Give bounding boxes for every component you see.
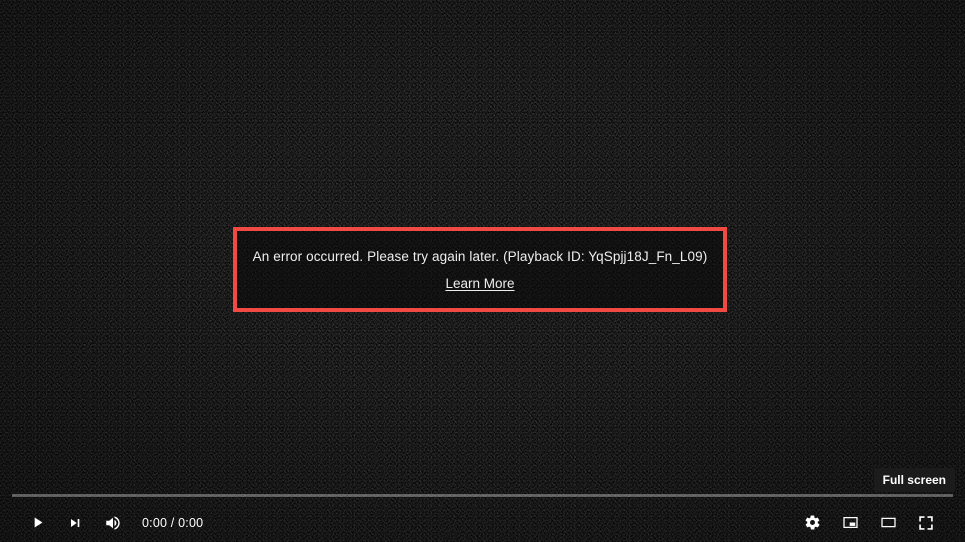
fullscreen-icon [917, 514, 935, 532]
theater-mode-button[interactable] [869, 504, 907, 542]
progress-bar-track[interactable] [12, 494, 953, 497]
time-display: 0:00 / 0:00 [142, 515, 204, 530]
play-button[interactable] [18, 504, 56, 542]
theater-mode-icon [879, 513, 898, 532]
error-message-text: An error occurred. Please try again late… [252, 249, 708, 265]
miniplayer-icon [841, 513, 860, 532]
volume-icon [104, 514, 122, 532]
player-controls-bar: 0:00 / 0:00 [0, 494, 965, 542]
controls-right-group [793, 504, 965, 542]
controls-left-group: 0:00 / 0:00 [0, 504, 211, 542]
settings-button[interactable] [793, 504, 831, 542]
play-icon [29, 514, 46, 531]
fullscreen-button[interactable] [907, 504, 945, 542]
learn-more-link[interactable]: Learn More [445, 276, 514, 291]
gear-icon [804, 514, 821, 531]
volume-button[interactable] [94, 504, 132, 542]
next-track-button[interactable] [56, 504, 94, 542]
fullscreen-tooltip: Full screen [873, 468, 955, 492]
control-button-row: 0:00 / 0:00 [0, 503, 965, 542]
video-player[interactable]: An error occurred. Please try again late… [0, 0, 965, 542]
playback-error-panel: An error occurred. Please try again late… [233, 227, 727, 312]
miniplayer-button[interactable] [831, 504, 869, 542]
next-track-icon [67, 515, 83, 531]
